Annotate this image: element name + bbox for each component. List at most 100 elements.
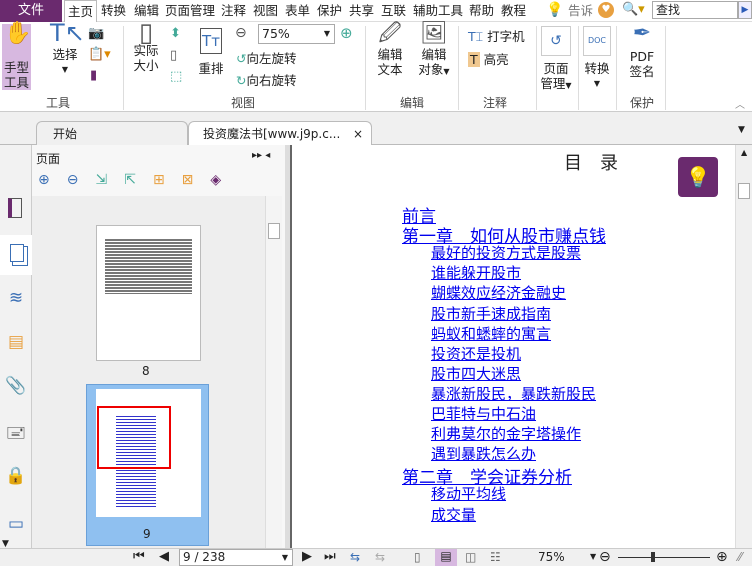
menu-convert[interactable]: 转换 xyxy=(101,0,126,22)
page-properties-icon[interactable]: ◈ xyxy=(210,172,238,188)
toc-link[interactable]: 股市新手速成指南 xyxy=(431,303,551,324)
zoom-slider-thumb[interactable] xyxy=(651,552,655,562)
toc-link[interactable]: 蝴蝶效应经济金融史 xyxy=(431,282,566,303)
zoom-in-thumb-icon[interactable]: ⊕ xyxy=(38,172,67,188)
pages-panel-tab[interactable] xyxy=(0,235,32,275)
facing-page-icon[interactable]: ◫ xyxy=(465,549,476,565)
status-zoom-in-icon[interactable]: ⊕ xyxy=(716,549,728,565)
toc-link[interactable]: 投资还是投机 xyxy=(431,343,521,364)
convert-button[interactable]: DOC 转换 ▼ xyxy=(581,26,613,91)
collapse-ribbon-icon[interactable]: ︿ xyxy=(735,96,745,111)
menu-page-manage[interactable]: 页面管理 xyxy=(165,0,215,22)
signatures-icon[interactable]: 🖃 xyxy=(5,420,27,443)
toc-link[interactable]: 谁能躲开股市 xyxy=(431,262,521,283)
bookmarks-icon[interactable] xyxy=(8,198,22,218)
typewriter-button[interactable]: T⌶ 打字机 xyxy=(468,26,525,45)
scroll-thumb[interactable] xyxy=(268,223,280,239)
toc-link[interactable]: 成交量 xyxy=(431,504,476,525)
hand-tool-button[interactable]: ✋ 手型 工具 xyxy=(2,23,31,90)
tab-list-icon[interactable]: ▼ xyxy=(738,125,745,135)
more-panel-icon[interactable]: ▭ xyxy=(5,514,27,536)
menu-connect[interactable]: 互联 xyxy=(381,0,406,22)
menu-share[interactable]: 共享 xyxy=(349,0,374,22)
page-manage-button[interactable]: ↺ 页面 管理▼ xyxy=(538,26,574,93)
delete-page-icon[interactable]: ⊠ xyxy=(182,172,211,188)
zoom-slider[interactable] xyxy=(618,557,710,558)
fit-page-icon[interactable]: ⬍ xyxy=(170,26,181,41)
tab-document[interactable]: 投资魔法书[www.j9p.c... × xyxy=(188,121,372,145)
highlight-button[interactable]: T 高亮 xyxy=(468,49,509,68)
comments-icon[interactable]: ▤ xyxy=(5,332,27,354)
resize-grip-icon[interactable]: ⁄⁄ xyxy=(738,549,742,565)
previous-view-icon[interactable]: ⇆ xyxy=(350,549,360,565)
single-page-icon[interactable]: ▯ xyxy=(414,549,421,565)
next-page-icon[interactable]: ▶ xyxy=(302,549,312,565)
continuous-page-icon[interactable]: ▤ xyxy=(435,549,457,566)
last-page-icon[interactable]: ⏭ xyxy=(324,549,336,565)
panel-expand-icon[interactable]: ▸▸ ◂ xyxy=(252,150,270,161)
edit-text-button[interactable]: 🖉 编辑 文本 xyxy=(372,23,408,78)
close-tab-icon[interactable]: × xyxy=(353,122,363,146)
toc-link[interactable]: 遇到暴跌怎么办 xyxy=(431,443,536,464)
doc-scroll-thumb[interactable] xyxy=(738,183,750,199)
menu-form[interactable]: 表单 xyxy=(285,0,310,22)
add-page-icon[interactable]: ⊞ xyxy=(153,172,182,188)
fit-width-icon[interactable]: ▯ xyxy=(170,48,177,63)
toc-link[interactable]: 巴菲特与中石油 xyxy=(431,403,536,424)
fit-visible-icon[interactable]: ⬚ xyxy=(170,69,182,84)
sidebar-collapse-icon[interactable]: ▼ xyxy=(2,536,9,552)
tip-lightbulb-icon[interactable]: 💡 xyxy=(678,157,718,197)
status-zoom-value[interactable]: 75% xyxy=(538,549,565,565)
actual-size-button[interactable]: ▯ 实际 大小 xyxy=(128,20,164,73)
zoom-select[interactable]: 75% ▼ xyxy=(258,24,335,44)
toc-link[interactable]: 最好的投资方式是股票 xyxy=(431,242,581,263)
tell-me[interactable]: 告诉 xyxy=(568,0,593,22)
tab-start[interactable]: 开始 xyxy=(36,121,188,145)
page-thumbnail-8[interactable] xyxy=(96,225,201,361)
lightbulb-icon[interactable]: 💡 xyxy=(546,2,563,18)
page-number-input[interactable]: 9 / 238 ▼ xyxy=(179,549,293,566)
toc-link[interactable]: 利弗莫尔的金字塔操作 xyxy=(431,423,581,444)
edit-object-button[interactable]: 🖼 编辑 对象▼ xyxy=(414,23,454,79)
clipboard-icon[interactable]: 📋▾ xyxy=(88,47,111,62)
toc-link[interactable]: 股市四大迷思 xyxy=(431,363,521,384)
toc-link[interactable]: 蚂蚁和蟋蟀的寓言 xyxy=(431,323,551,344)
status-zoom-out-icon[interactable]: ⊖ xyxy=(599,549,611,565)
menu-protect[interactable]: 保护 xyxy=(317,0,342,22)
prev-page-icon[interactable]: ◀ xyxy=(159,549,169,565)
menu-help[interactable]: 帮助 xyxy=(469,0,494,22)
toc-link[interactable]: 移动平均线 xyxy=(431,483,506,504)
attachments-icon[interactable]: 📎 xyxy=(5,376,27,398)
zoom-out-icon[interactable]: ⊖ xyxy=(235,25,247,41)
page-thumbnail-9-selected[interactable]: 9 xyxy=(86,384,209,546)
rotate-right-button[interactable]: ↻向右旋转 xyxy=(236,70,297,89)
rotate-left-button[interactable]: ↺向左旋转 xyxy=(236,48,297,67)
menu-accessibility[interactable]: 辅助工具 xyxy=(413,0,463,22)
reflow-button[interactable]: Tт 重排 xyxy=(196,28,226,76)
menu-view[interactable]: 视图 xyxy=(253,0,278,22)
search-go-icon[interactable]: ▶ xyxy=(738,1,752,19)
select-button[interactable]: T↖ 选择 ▼ xyxy=(50,21,85,77)
toc-link[interactable]: 暴涨新股民，暴跌新股民 xyxy=(431,383,596,404)
search-input[interactable]: 查找 xyxy=(652,1,738,19)
document-scrollbar[interactable]: ▲ xyxy=(735,145,752,548)
menu-comment[interactable]: 注释 xyxy=(221,0,246,22)
first-page-icon[interactable]: ⏮ xyxy=(133,549,145,565)
bookmark-icon[interactable]: ▮ xyxy=(90,68,97,83)
security-icon[interactable]: 🔒 xyxy=(5,466,27,488)
next-view-icon[interactable]: ⇆ xyxy=(375,549,385,565)
zoom-dropdown-icon[interactable]: ▼ xyxy=(590,549,596,565)
snapshot-icon[interactable]: 📷 xyxy=(88,26,104,41)
insert-page-icon[interactable]: ⇲ xyxy=(95,172,124,188)
thumbnail-scrollbar[interactable] xyxy=(265,196,282,548)
pdf-sign-button[interactable]: ✒ PDF 签名 xyxy=(621,23,663,80)
layers-icon[interactable]: ≋ xyxy=(5,288,27,310)
folder-search-icon[interactable]: 🔍▾ xyxy=(622,2,645,17)
zoom-out-thumb-icon[interactable]: ⊖ xyxy=(67,172,96,188)
viewport-indicator[interactable] xyxy=(97,406,171,469)
extract-page-icon[interactable]: ⇱ xyxy=(124,172,153,188)
heart-icon[interactable]: ♥ xyxy=(598,2,614,18)
continuous-facing-icon[interactable]: ☷ xyxy=(490,549,501,565)
menu-tutorial[interactable]: 教程 xyxy=(501,0,526,22)
zoom-in-icon[interactable]: ⊕ xyxy=(340,24,353,42)
